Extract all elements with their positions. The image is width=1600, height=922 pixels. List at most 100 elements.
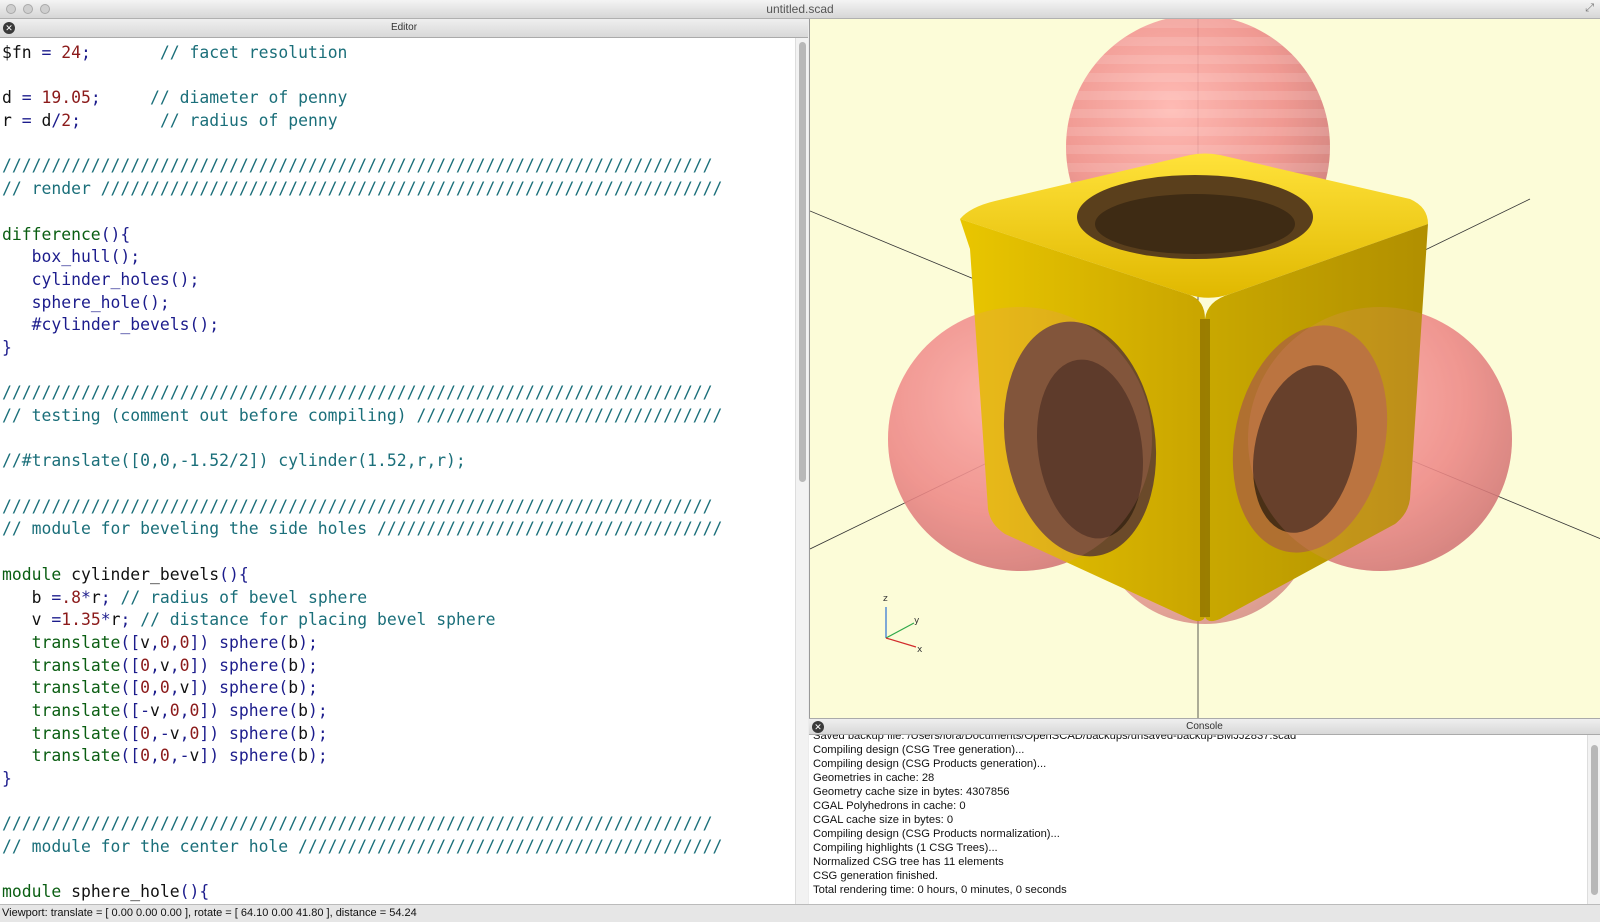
code-line[interactable]: difference(){ bbox=[2, 224, 722, 247]
code-token: , bbox=[150, 746, 160, 766]
code-line[interactable]: v =1.35*r; // distance for placing bevel… bbox=[2, 609, 722, 632]
viewport-scene[interactable]: z y x bbox=[810, 19, 1600, 718]
code-token: ]) bbox=[199, 723, 230, 743]
3d-viewport[interactable]: z y x bbox=[809, 19, 1600, 718]
code-line[interactable] bbox=[2, 473, 722, 496]
fullscreen-icon[interactable]: ⤢ bbox=[1585, 2, 1594, 15]
code-token: 0 bbox=[159, 746, 170, 766]
code-line[interactable]: ////////////////////////////////////////… bbox=[2, 382, 722, 405]
code-line[interactable]: module sphere_hole(){ bbox=[2, 881, 722, 904]
code-token: , bbox=[150, 678, 160, 698]
code-line[interactable]: //#translate([0,0,-1.52/2]) cylinder(1.5… bbox=[2, 450, 722, 473]
code-line[interactable]: translate([0,-v,0]) sphere(b); bbox=[2, 723, 722, 746]
code-token: 0 bbox=[140, 678, 151, 698]
code-line[interactable]: // render //////////////////////////////… bbox=[2, 178, 722, 201]
code-token: sphere_hole bbox=[31, 292, 141, 312]
code-token: // facet resolution bbox=[90, 43, 348, 62]
code-line[interactable]: ////////////////////////////////////////… bbox=[2, 496, 722, 519]
code-line[interactable]: cylinder_holes(); bbox=[2, 269, 722, 292]
code-line[interactable] bbox=[2, 133, 722, 156]
code-token: ; bbox=[71, 111, 81, 131]
code-token: b bbox=[288, 632, 299, 652]
code-line[interactable]: translate([0,v,0]) sphere(b); bbox=[2, 655, 722, 678]
code-token: 0 bbox=[179, 655, 190, 675]
code-token: ([ bbox=[120, 632, 141, 652]
code-line[interactable] bbox=[2, 541, 722, 564]
code-token: , bbox=[150, 632, 160, 652]
code-token: ( bbox=[278, 655, 289, 675]
code-line[interactable]: box_hull(); bbox=[2, 246, 722, 269]
code-token: 8 bbox=[71, 587, 81, 607]
code-token: module bbox=[2, 882, 72, 902]
code-line[interactable]: translate([-v,0,0]) sphere(b); bbox=[2, 700, 722, 723]
code-line[interactable]: translate([0,0,-v]) sphere(b); bbox=[2, 745, 722, 768]
code-token: ([ bbox=[120, 655, 141, 675]
code-token: b bbox=[288, 655, 299, 675]
editor-scrollbar[interactable] bbox=[795, 38, 808, 904]
code-token: translate bbox=[31, 632, 121, 652]
code-token: , bbox=[169, 678, 180, 698]
code-token: 0 bbox=[140, 655, 151, 675]
code-token: box_hull bbox=[31, 247, 111, 267]
code-line[interactable] bbox=[2, 360, 722, 383]
code-line[interactable]: // testing (comment out before compiling… bbox=[2, 405, 722, 428]
editor-scroll-thumb[interactable] bbox=[799, 42, 806, 482]
code-token: / bbox=[51, 111, 62, 131]
console-output[interactable]: Saved backup file: /Users/lora/Documents… bbox=[809, 735, 1587, 904]
code-token: $fn bbox=[2, 43, 42, 62]
console-scrollbar[interactable] bbox=[1587, 735, 1600, 904]
console-line: Saved backup file: /Users/lora/Documents… bbox=[813, 735, 1297, 742]
code-token: ); bbox=[298, 655, 318, 675]
code-token: 24 bbox=[61, 43, 81, 62]
code-line[interactable] bbox=[2, 859, 722, 882]
code-token: ); bbox=[308, 746, 328, 766]
code-token: (){ bbox=[100, 224, 131, 244]
code-line[interactable]: ////////////////////////////////////////… bbox=[2, 155, 722, 178]
code-line[interactable]: ////////////////////////////////////////… bbox=[2, 813, 722, 836]
code-line[interactable]: // module for beveling the side holes //… bbox=[2, 518, 722, 541]
console-line: CGAL cache size in bytes: 0 bbox=[813, 814, 954, 826]
code-token: * bbox=[100, 610, 111, 630]
code-line[interactable]: #cylinder_bevels(); bbox=[2, 314, 722, 337]
console-line: Compiling design (CSG Products normaliza… bbox=[813, 828, 1060, 840]
code-line[interactable]: translate([v,0,0]) sphere(b); bbox=[2, 632, 722, 655]
code-line[interactable]: b =.8*r; // radius of bevel sphere bbox=[2, 587, 722, 610]
code-line[interactable]: sphere_hole(); bbox=[2, 292, 722, 315]
code-token: translate bbox=[31, 678, 121, 698]
code-text[interactable]: $fn = 24; // facet resolution d = 19.05; … bbox=[2, 42, 722, 904]
code-editor[interactable]: $fn = 24; // facet resolution d = 19.05; … bbox=[0, 38, 795, 904]
code-line[interactable] bbox=[2, 201, 722, 224]
console-header: ✕ Console bbox=[809, 718, 1600, 735]
code-token: , bbox=[179, 723, 190, 743]
code-line[interactable] bbox=[2, 428, 722, 451]
console-scroll-thumb[interactable] bbox=[1591, 745, 1598, 895]
code-token: ]) bbox=[189, 632, 220, 652]
code-token: 0 bbox=[179, 632, 190, 652]
code-token: ([ bbox=[120, 700, 141, 720]
code-token: b bbox=[298, 700, 308, 720]
code-line[interactable]: module cylinder_bevels(){ bbox=[2, 564, 722, 587]
code-token: , bbox=[179, 700, 190, 720]
code-line[interactable]: d = 19.05; // diameter of penny bbox=[2, 87, 722, 110]
code-token: // radius of penny bbox=[81, 111, 338, 131]
code-line[interactable]: } bbox=[2, 337, 722, 360]
code-token: translate bbox=[31, 700, 121, 720]
code-line[interactable]: // module for the center hole //////////… bbox=[2, 836, 722, 859]
code-line[interactable]: translate([0,0,v]) sphere(b); bbox=[2, 677, 722, 700]
code-token: 0 bbox=[159, 632, 170, 652]
code-line[interactable]: } bbox=[2, 768, 722, 791]
code-line[interactable] bbox=[2, 65, 722, 88]
code-token: ); bbox=[298, 632, 318, 652]
code-token: (){ bbox=[179, 882, 210, 902]
console-title: Console bbox=[1186, 721, 1223, 732]
code-line[interactable]: $fn = 24; // facet resolution bbox=[2, 42, 722, 65]
code-line[interactable] bbox=[2, 791, 722, 814]
code-token: ; bbox=[80, 43, 91, 62]
code-line[interactable]: r = d/2; // radius of penny bbox=[2, 110, 722, 133]
code-token: 0 bbox=[169, 700, 180, 720]
